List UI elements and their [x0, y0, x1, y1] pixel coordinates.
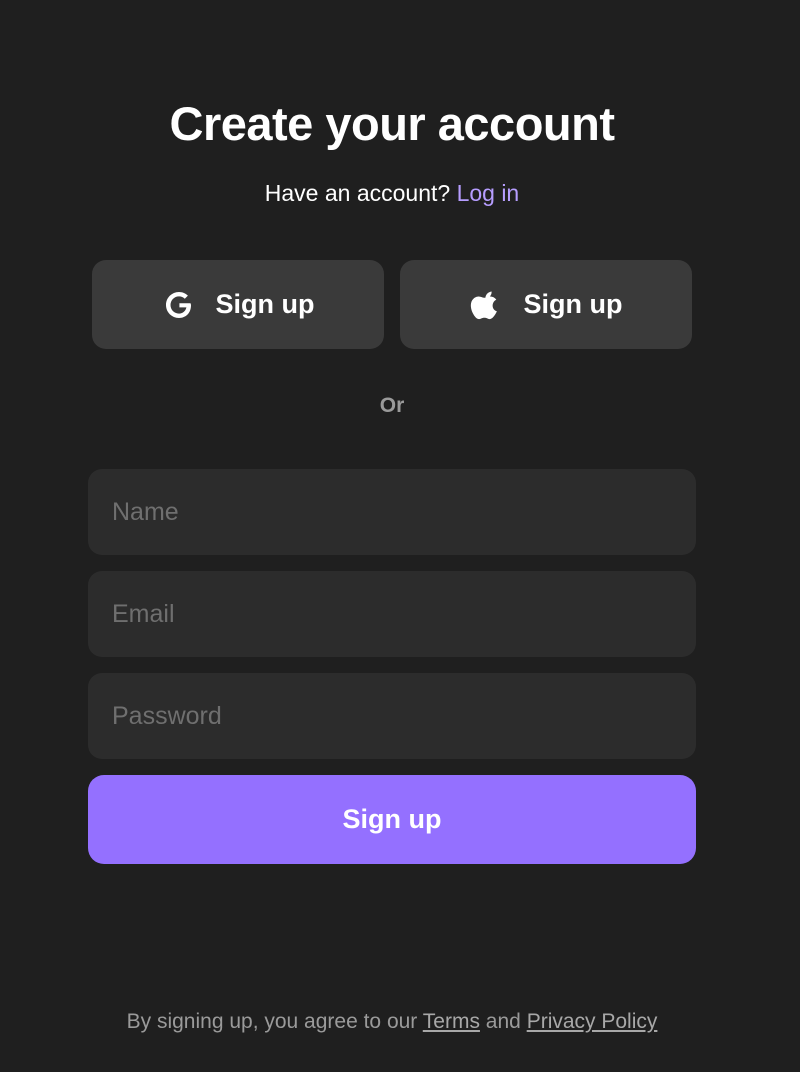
- google-signup-label: Sign up: [215, 289, 315, 319]
- name-field[interactable]: [88, 469, 696, 555]
- apple-signup-label: Sign up: [523, 289, 623, 319]
- signup-submit-button[interactable]: Sign up: [88, 775, 696, 864]
- google-icon: [162, 288, 196, 322]
- email-field[interactable]: [88, 571, 696, 657]
- apple-signup-button[interactable]: Sign up: [400, 260, 692, 349]
- social-signup-row: Sign up Sign up: [92, 260, 692, 349]
- login-prompt: Have an account? Log in: [0, 176, 784, 210]
- legal-and: and: [485, 1010, 521, 1033]
- password-field[interactable]: [88, 673, 696, 759]
- page-title: Create your account: [169, 97, 615, 150]
- login-prompt-text: Have an account?: [264, 180, 451, 206]
- apple-icon: [470, 288, 504, 322]
- or-divider: Or: [379, 394, 405, 417]
- login-link[interactable]: Log in: [457, 180, 520, 206]
- terms-link[interactable]: Terms: [423, 1010, 480, 1033]
- legal-notice: By signing up, you agree to our Terms an…: [0, 1006, 784, 1038]
- legal-prefix: By signing up, you agree to our: [126, 1010, 418, 1033]
- google-signup-button[interactable]: Sign up: [92, 260, 384, 349]
- privacy-policy-link[interactable]: Privacy Policy: [527, 1010, 658, 1033]
